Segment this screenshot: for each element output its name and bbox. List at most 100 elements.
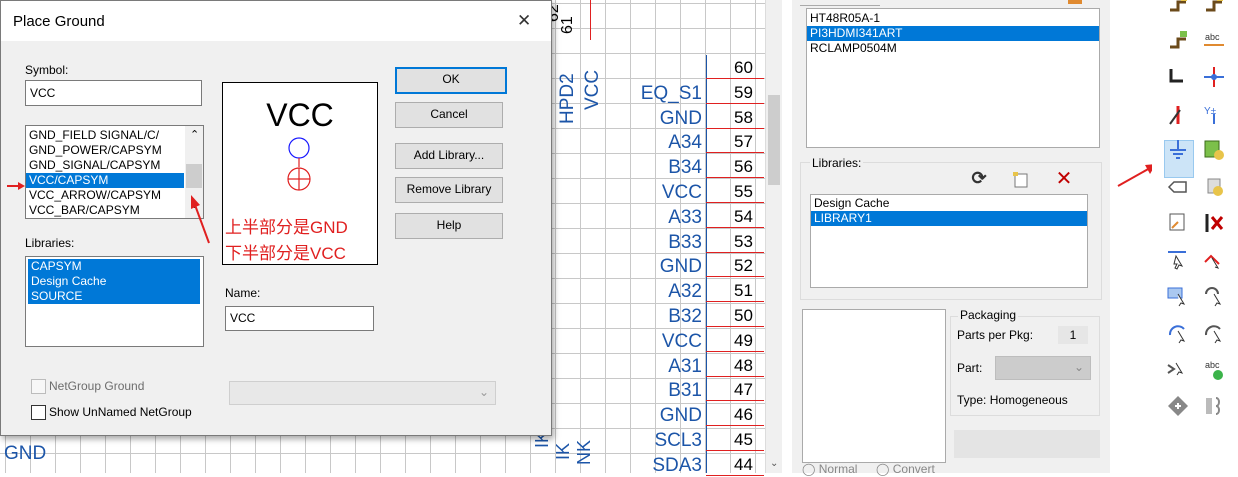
toolbar-gap (1110, 0, 1152, 473)
library-list-item[interactable]: CAPSYM (28, 259, 200, 274)
svg-text:abc: abc (1205, 360, 1220, 370)
symbol-input[interactable]: VCC (25, 80, 202, 106)
pin-name: A32 (668, 281, 702, 303)
remove-library-button[interactable]: Remove Library (395, 177, 503, 203)
symbol-list-item[interactable]: GND_SIGNAL/CAPSYM (26, 158, 184, 173)
pin-line (706, 226, 764, 228)
pin-number: 44 (734, 454, 753, 474)
ok-button[interactable]: OK (395, 67, 507, 94)
symbol-list-item[interactable]: VCC_BAR/CAPSYM (26, 203, 184, 218)
bracket-icon[interactable] (1202, 394, 1226, 418)
refresh-icon[interactable]: ⟳ (966, 168, 992, 192)
schematic-scrollbar[interactable]: ⌄ (765, 0, 783, 473)
ground-symbol-icon (287, 137, 311, 191)
wire-alt-icon[interactable] (1202, 0, 1226, 16)
close-icon[interactable]: ✕ (517, 11, 531, 31)
diamond-icon[interactable] (1166, 394, 1190, 418)
pin-name: VCC (661, 330, 702, 352)
name-label: Name: (225, 286, 261, 300)
wire-icon[interactable] (1166, 0, 1190, 16)
text-abc-icon[interactable]: abc (1202, 29, 1226, 53)
scrollbar-thumb[interactable] (186, 164, 202, 188)
pin-line (706, 400, 764, 402)
pin-line (706, 326, 764, 327)
part-libraries-list[interactable]: Design Cache LIBRARY1 (810, 194, 1088, 288)
show-unnamed-checkbox[interactable] (31, 405, 46, 420)
rotate-icon[interactable] (1166, 321, 1190, 345)
junction-icon[interactable] (1202, 65, 1226, 89)
cancel-button[interactable]: Cancel (395, 102, 503, 128)
help-button[interactable]: Help (395, 213, 503, 239)
pin-number: 48 (734, 355, 753, 375)
place-ground-icon[interactable] (1166, 138, 1190, 162)
part-library-item[interactable]: Design Cache (811, 196, 1087, 211)
select-icon[interactable] (1166, 248, 1190, 272)
place-part-icon[interactable] (1202, 138, 1226, 162)
scrollbar-thumb[interactable] (768, 95, 780, 185)
symbol-list-item[interactable]: VCC/CAPSYM (26, 173, 184, 188)
remove-library-icon[interactable]: ✕ (1052, 166, 1076, 190)
symbol-list-item[interactable]: GND_POWER/CAPSYM (26, 143, 184, 158)
part-list-item[interactable]: RCLAMP0504M (807, 41, 1099, 56)
zoom-select-icon[interactable] (1166, 284, 1190, 308)
normal-radio[interactable]: ◯ Normal (802, 462, 857, 476)
net-alias-icon[interactable] (1166, 29, 1190, 53)
dialog-libraries-list[interactable]: CAPSYM Design Cache SOURCE (25, 256, 204, 347)
convert-radio[interactable]: ◯ Convert (876, 462, 935, 476)
scroll-up-icon[interactable]: ⌃ (190, 128, 199, 141)
pin-name: B31 (668, 380, 702, 402)
packaging-label: Packaging (958, 308, 1019, 322)
chevron-down-icon: ⌄ (478, 385, 489, 399)
pin-line (706, 350, 764, 352)
part-list-header (800, 0, 880, 6)
scroll-down-icon[interactable]: ⌄ (770, 458, 778, 469)
new-library-icon[interactable] (1010, 170, 1032, 190)
part-list-item[interactable]: PI3HDMI341ART (807, 26, 1099, 41)
pin-number: 56 (734, 157, 753, 177)
part-list-item[interactable]: HT48R05A-1 (807, 11, 1099, 26)
library-list-item[interactable]: Design Cache (28, 274, 200, 289)
symbol-list-item[interactable]: VCC_ARROW/CAPSYM (26, 188, 184, 203)
add-library-button[interactable]: Add Library... (395, 143, 503, 169)
symbol-list-item[interactable]: GND_FIELD SIGNAL/C/ (26, 128, 184, 143)
add-text-icon[interactable]: abc (1202, 357, 1226, 381)
part-library-item[interactable]: LIBRARY1 (811, 211, 1087, 226)
bus-icon[interactable]: Y± (1202, 102, 1226, 126)
pin-name: B32 (668, 306, 702, 327)
no-connect-icon[interactable] (1166, 102, 1190, 126)
netgroup-select[interactable]: ⌄ (229, 381, 496, 405)
symbol-preview: VCC 上半部分是GND 下半部分是VCC (222, 82, 378, 265)
place-pin-icon[interactable] (1166, 211, 1190, 235)
part-filter-icon[interactable] (1068, 0, 1082, 4)
library-list-item[interactable]: SOURCE (28, 289, 200, 304)
delete-icon[interactable] (1202, 211, 1226, 235)
place-ground-dialog: Place Ground ✕ Symbol: VCC GND_FIELD SIG… (0, 0, 552, 436)
pin-line (706, 102, 764, 104)
type-value: Homogeneous (989, 393, 1068, 407)
symbol-list[interactable]: GND_FIELD SIGNAL/C/GND_POWER/CAPSYM GND_S… (25, 125, 204, 219)
part-list[interactable]: HT48R05A-1 PI3HDMI341ART RCLAMP0504M (806, 8, 1100, 148)
part-select[interactable]: ⌄ (995, 356, 1091, 380)
pin-name: A34 (668, 132, 702, 154)
hierarchical-port-icon[interactable] (1202, 175, 1226, 199)
select-alt-icon[interactable] (1202, 248, 1226, 272)
mirror-icon[interactable] (1166, 357, 1190, 381)
convert-label: Convert (892, 462, 935, 476)
netgroup-ground-checkbox[interactable] (31, 379, 46, 394)
off-page-icon[interactable] (1166, 175, 1190, 199)
svg-text:abc: abc (1205, 32, 1220, 42)
pin-line (706, 177, 764, 179)
dialog-title: Place Ground (13, 13, 105, 30)
splitter[interactable] (782, 0, 792, 473)
libraries-label: Libraries: (810, 156, 864, 170)
pin-number: 55 (734, 182, 753, 201)
bus-entry-icon[interactable] (1166, 65, 1190, 89)
zoom-alt-icon[interactable] (1202, 284, 1226, 308)
pin-label-hpd2: HPD2 (557, 73, 578, 124)
pin-line (706, 251, 764, 253)
pin-number: 49 (734, 330, 753, 350)
rotate-alt-icon[interactable] (1202, 321, 1226, 345)
name-input[interactable]: VCC (225, 306, 374, 331)
pin-number: 45 (734, 430, 753, 449)
pin-name: B33 (668, 231, 702, 253)
